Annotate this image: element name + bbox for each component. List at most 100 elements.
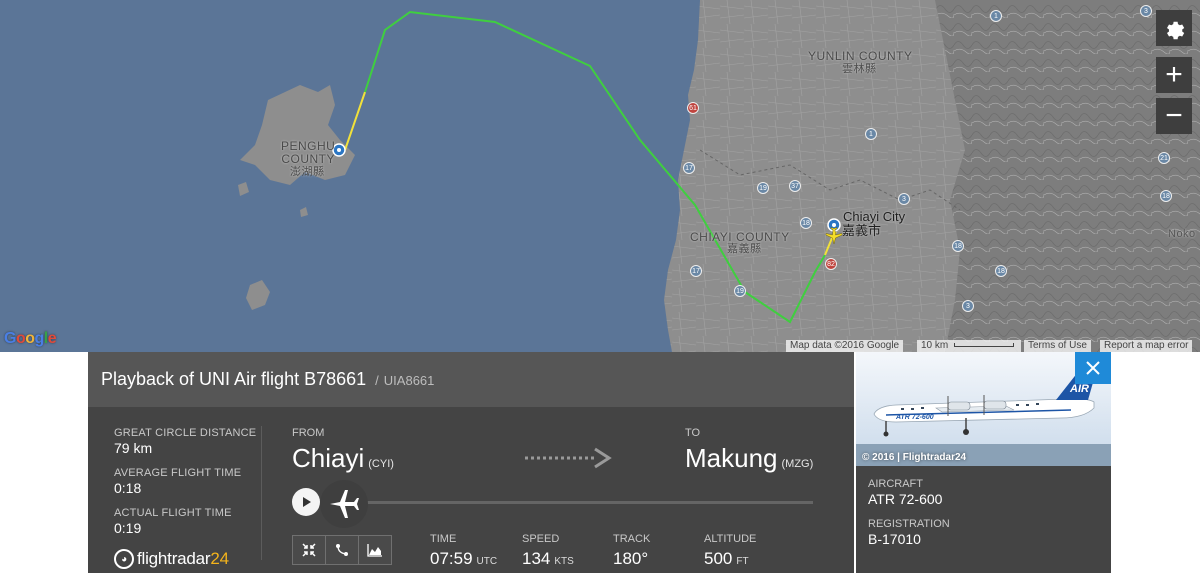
google-logo-letter: g [34,330,45,347]
google-logo-letter: o [15,330,26,347]
view-mode-buttons [292,535,392,565]
flight-playback-screen: PENGHU COUNTY 澎湖縣 YUNLIN COUNTY 雲林縣 CHIA… [0,0,1200,573]
zoom-out-button[interactable]: − [1156,98,1192,134]
time-value: 07:59 [430,549,473,568]
route-shield: 19 [734,285,746,297]
airplane-icon [330,490,359,518]
route-shield: 18 [1160,190,1172,202]
destination-city: Makung [685,443,778,473]
route-arrow-icon [525,447,612,469]
route-icon [336,544,348,556]
google-logo[interactable]: Google [4,330,57,348]
play-icon [303,497,311,507]
noko-label: Noko [1168,228,1196,240]
time: 07:59 UTC [430,549,497,569]
map-scale: 10 km [917,340,1021,352]
google-logo-letter: e [47,330,57,347]
title-separator: / [375,373,379,388]
map-scale-label: 10 km [921,340,949,351]
route-shield: 21 [1158,152,1170,164]
route-shield: 17 [690,265,702,277]
altitude: 500 FT [704,549,749,569]
google-logo-letter: o [25,330,35,347]
map-view[interactable]: PENGHU COUNTY 澎湖縣 YUNLIN COUNTY 雲林縣 CHIA… [0,0,1200,352]
playback-timeline[interactable] [350,501,813,504]
speed-label: SPEED [522,533,560,545]
aircraft-photo[interactable]: AIR ATR 72-600 © 2016 | Flightradar24 [856,352,1111,466]
logo-text: flightradar [137,549,211,568]
fuselage-text: ATR 72-600 [895,414,934,421]
flight-title: Playback of UNI Air flight B78661 [101,369,367,389]
chiayi-city-label: Chiayi City [843,209,906,224]
zoom-in-button[interactable]: + [1156,57,1192,93]
avg-flight-time-label: AVERAGE FLIGHT TIME [114,467,242,479]
time-label: TIME [430,533,457,545]
terms-of-use-link[interactable]: Terms of Use [1024,340,1091,352]
logo-number: 24 [210,549,229,568]
destination[interactable]: Makung (MZG) [685,443,813,474]
track-label: TRACK [613,533,651,545]
playback-scrubber-handle[interactable] [320,480,368,528]
play-button[interactable] [292,488,320,516]
yunlin-county-label: YUNLIN COUNTY [808,49,913,63]
origin[interactable]: Chiayi (CYI) [292,443,394,474]
map-scale-bar [954,343,1015,348]
destination-iata: (MZG) [781,458,814,470]
aircraft-type-label: AIRCRAFT [868,478,923,490]
speed-unit: KTS [554,556,574,567]
route-shield: 3 [962,300,974,312]
tail-text: AIR [1069,383,1089,395]
aircraft-type-value: ATR 72-600 [868,491,943,507]
route-shield: 1 [865,128,877,140]
route-shield: 37 [789,180,801,192]
fit-view-button[interactable] [292,535,326,565]
close-button[interactable] [1075,352,1111,384]
map-data-attribution: Map data ©2016 Google [786,340,904,352]
origin-city: Chiayi [292,443,365,473]
gear-icon [1167,21,1185,40]
compress-icon [302,543,316,557]
to-label: TO [685,427,701,439]
route-shield: 18 [952,240,964,252]
registration-label: REGISTRATION [868,518,950,530]
from-label: FROM [292,427,325,439]
radar-icon: ◕ [114,549,134,569]
route-shield: 18 [800,217,812,229]
actual-flight-time-label: ACTUAL FLIGHT TIME [114,507,232,519]
route-shield: 19 [757,182,769,194]
map-settings-button[interactable] [1156,10,1192,46]
aircraft-photo-image: AIR ATR 72-600 [856,352,1111,466]
yunlin-county-label-zh: 雲林縣 [842,63,877,75]
time-unit: UTC [476,556,498,567]
route-shield: 18 [995,265,1007,277]
panel-header: Playback of UNI Air flight B78661 / UIA8… [88,352,854,407]
origin-iata: (CYI) [368,458,394,470]
panel-divider [261,426,262,560]
route-shield: 82 [825,258,837,270]
callsign: UIA8661 [383,373,435,388]
report-map-error-link[interactable]: Report a map error [1100,340,1193,352]
google-logo-letter: G [4,330,16,347]
flightradar24-logo[interactable]: ◕ flightradar 24 [114,549,229,569]
route-shield: 3 [1140,5,1152,17]
aircraft-info-card: AIR ATR 72-600 © 2016 | Flightradar24 AI… [856,352,1111,573]
route-shield: 61 [687,102,699,114]
chiayi-county-label-zh: 嘉義縣 [727,243,762,255]
distance-label: GREAT CIRCLE DISTANCE [114,427,257,439]
photo-credit: © 2016 | Flightradar24 [862,452,967,463]
chiayi-city-label-zh: 嘉義市 [842,223,882,238]
altitude-graph-button[interactable] [358,535,392,565]
registration-value: B-17010 [868,531,921,547]
penghu-county-label: PENGHU COUNTY [281,139,336,166]
altitude-label: ALTITUDE [704,533,757,545]
route-view-button[interactable] [325,535,359,565]
penghu-county-label-zh: 澎湖縣 [290,166,325,178]
route-shield: 3 [898,193,910,205]
track: 180° [613,549,648,569]
area-chart-icon [367,544,382,557]
flight-info-panel: Playback of UNI Air flight B78661 / UIA8… [88,352,854,573]
map-base [0,0,1200,352]
speed: 134 KTS [522,549,574,569]
altitude-value: 500 [704,549,733,568]
altitude-unit: FT [736,556,749,567]
